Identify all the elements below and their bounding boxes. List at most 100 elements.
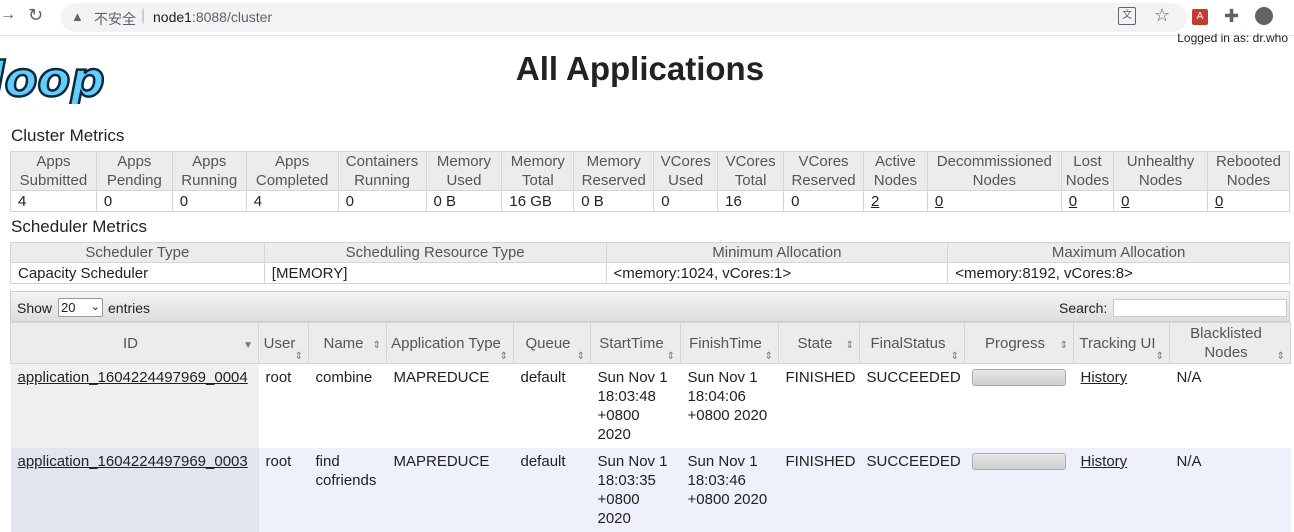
progress-cell [964,448,1074,532]
value-scheduling-resource-type: [MEMORY] [263,262,607,284]
column-header-application-type[interactable]: Application Type ⇕ [386,322,514,364]
insecure-label: 不安全 [94,11,136,27]
rebooted-nodes-link[interactable]: 0 [1215,193,1223,210]
column-header-user[interactable]: User ⇕ [258,322,309,364]
show-label: Show [17,300,53,316]
value-apps-pending: 0 [95,190,173,212]
sort-icon: ⇕ [576,351,585,362]
name-cell: combine [308,363,387,448]
search-input[interactable] [1113,299,1287,317]
sort-icon: ⇕ [845,340,854,351]
column-header-progress[interactable]: Progress ⇕ [964,322,1074,364]
header-vcores-used: VCores Used [653,151,719,191]
value-minimum-allocation: <memory:1024, vCores:1> [605,262,949,284]
header-containers-running: Containers Running [337,151,427,191]
applications-table: ID ▼ User ⇕ Name ⇕ Application Type ⇕ Queue ⇕… [10,322,1291,532]
column-header-tracking-ui[interactable]: Tracking UI ⇕ [1073,322,1170,364]
translate-icon[interactable]: 文 [1118,7,1136,25]
progress-fill [972,454,1065,469]
value-apps-running: 0 [171,190,247,212]
sort-icon: ⇕ [666,351,675,362]
value-vcores-used: 0 [653,190,719,212]
value-vcores-reserved: 0 [783,190,864,212]
address-separator: | [141,7,146,24]
finalstatus-cell: SUCCEEDED [859,363,965,448]
sort-icon: ⇕ [1276,351,1285,362]
progress-bar [971,369,1066,386]
forward-icon[interactable]: → [0,6,16,24]
search-label: Search: [1059,300,1108,316]
unhealthy-nodes-link[interactable]: 0 [1121,193,1129,210]
sort-desc-icon: ▼ [243,340,253,351]
starttime-cell: Sun Nov 1 18:03:48 +0800 2020 [590,363,681,448]
header-unhealthy-nodes: Unhealthy Nodes [1113,151,1208,191]
header-apps-submitted: Apps Submitted [10,151,97,191]
column-header-state[interactable]: State ⇕ [778,322,860,364]
column-header-finishtime[interactable]: FinishTime ⇕ [680,322,779,364]
column-header-name[interactable]: Name ⇕ [308,322,387,364]
history-link[interactable]: History [1081,369,1128,386]
profile-avatar-icon[interactable] [1255,7,1273,25]
user-cell: root [258,448,309,532]
page-length-select[interactable]: 20 ⌄ [58,298,103,317]
cluster-metrics-title: Cluster Metrics [11,126,125,145]
scheduler-metrics-title: Scheduler Metrics [11,217,148,236]
url-path: :8088/cluster [191,9,273,25]
scheduler-metrics-value-row: Capacity Scheduler [MEMORY] <memory:1024… [10,262,1290,284]
progress-bar [971,453,1066,470]
header-memory-total: Memory Total [501,151,575,191]
entries-label: entries [108,300,151,316]
tracking-ui-cell: History [1073,448,1170,532]
column-header-finalstatus[interactable]: FinalStatus ⇕ [859,322,965,364]
app-id-link[interactable]: application_1604224497969_0004 [18,369,248,386]
sort-icon: ⇕ [372,340,381,351]
value-memory-reserved: 0 B [573,190,655,212]
header-vcores-reserved: VCores Reserved [783,151,864,191]
page-length-value: 20 [61,300,76,315]
pdf-extension-icon[interactable]: A [1192,9,1208,25]
column-header-blacklisted-nodes[interactable]: Blacklisted Nodes ⇕ [1169,322,1291,364]
table-row: application_1604224497969_0004 root comb… [10,363,1291,448]
value-active-nodes: 2 [863,190,928,212]
sort-icon: ⇕ [499,351,508,362]
value-lost-nodes: 0 [1060,190,1115,212]
extensions-puzzle-icon[interactable]: ✚ [1224,6,1239,27]
value-containers-running: 0 [337,190,427,212]
header-scheduling-resource-type: Scheduling Resource Type [263,242,607,263]
sort-icon: ⇕ [1155,351,1164,362]
app-id-link[interactable]: application_1604224497969_0003 [18,453,248,470]
column-header-queue[interactable]: Queue ⇕ [513,322,591,364]
value-memory-used: 0 B [425,190,503,212]
header-memory-reserved: Memory Reserved [573,151,655,191]
decommissioned-nodes-link[interactable]: 0 [935,193,943,210]
tracking-ui-cell: History [1073,363,1170,448]
column-header-starttime[interactable]: StartTime ⇕ [590,322,681,364]
header-rebooted-nodes: Rebooted Nodes [1206,151,1291,191]
cluster-metrics-table: Apps Submitted Apps Pending Apps Running Ap… [10,151,1291,212]
history-link[interactable]: History [1081,453,1128,470]
sort-icon: ⇕ [1059,340,1068,351]
column-header-id[interactable]: ID ▼ [10,322,259,364]
cluster-metrics-value-row: 4 0 0 4 0 0 B 16 GB 0 B 0 16 0 2 0 0 0 0 [10,190,1291,212]
value-apps-submitted: 4 [10,190,97,212]
chevron-down-icon: ⌄ [90,301,100,313]
queue-cell: default [513,448,591,532]
queue-cell: default [513,363,591,448]
bookmark-star-icon[interactable]: ☆ [1154,5,1170,26]
lost-nodes-link[interactable]: 0 [1069,193,1077,210]
header-lost-nodes: Lost Nodes [1060,151,1115,191]
reload-icon[interactable]: ↻ [28,5,43,26]
scheduler-metrics-header-row: Scheduler Type Scheduling Resource Type … [10,242,1290,263]
progress-fill [972,370,1065,385]
starttime-cell: Sun Nov 1 18:03:35 +0800 2020 [590,448,681,532]
logged-in-label: Logged in as: dr.who [1177,31,1288,45]
value-rebooted-nodes: 0 [1206,190,1291,212]
header-memory-used: Memory Used [425,151,503,191]
url-text[interactable]: node1:8088/cluster [153,9,272,25]
app-id-cell: application_1604224497969_0003 [10,448,259,532]
active-nodes-link[interactable]: 2 [871,193,879,210]
address-bar[interactable]: ▲ 不安全 | node1:8088/cluster 文 ☆ [61,3,1187,32]
value-memory-total: 16 GB [501,190,575,212]
sort-icon: ⇕ [950,351,959,362]
progress-cell [964,363,1074,448]
